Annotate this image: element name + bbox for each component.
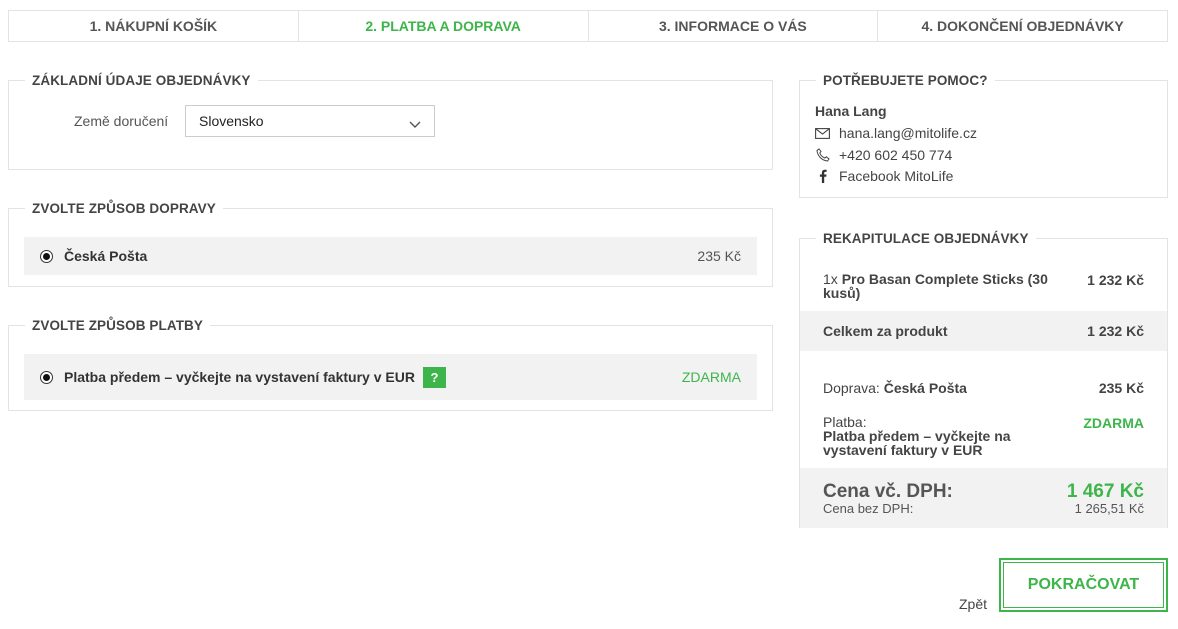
contact-email-row[interactable]: hana.lang@mitolife.cz: [815, 125, 977, 141]
summary-shipping-price: 235 Kč: [1098, 380, 1144, 396]
shipping-radio[interactable]: [40, 249, 53, 263]
phone-icon: [815, 148, 830, 163]
summary-item-name: Pro Basan Complete Sticks (30 kusů): [823, 271, 1048, 301]
payment-section: ZVOLTE ZPŮSOB PLATBY Platba předem – vyč…: [8, 318, 773, 411]
contact-facebook-row[interactable]: Facebook MitoLife: [815, 168, 953, 184]
shipping-option-ceska-posta[interactable]: Česká Pošta 235 Kč: [24, 237, 757, 275]
contact-phone[interactable]: +420 602 450 774: [839, 147, 952, 163]
contact-phone-row[interactable]: +420 602 450 774: [815, 147, 952, 163]
shipping-section: ZVOLTE ZPŮSOB DOPRAVY Česká Pošta 235 Kč: [8, 201, 773, 287]
step-cart[interactable]: 1. NÁKUPNÍ KOŠÍK: [9, 11, 299, 41]
contact-email[interactable]: hana.lang@mitolife.cz: [839, 125, 977, 141]
contact-facebook[interactable]: Facebook MitoLife: [839, 168, 953, 184]
continue-button[interactable]: POKRAČOVAT: [999, 558, 1168, 612]
country-label: Země doručení: [74, 113, 169, 129]
summary-payment-label: Platba:: [823, 414, 867, 430]
basic-info-section: ZÁKLADNÍ ÚDAJE OBJEDNÁVKY Země doručení …: [8, 73, 773, 170]
back-link[interactable]: Zpět: [959, 596, 987, 612]
facebook-icon: [815, 169, 830, 184]
payment-option-price: ZDARMA: [681, 369, 741, 385]
payment-radio[interactable]: [40, 370, 53, 384]
summary-payment: Platba: Platba předem – vyčkejte na vyst…: [823, 415, 1038, 457]
chevron-down-icon: [409, 116, 421, 132]
summary-shipping: Doprava: Česká Pošta: [823, 380, 967, 396]
summary-shipping-name: Česká Pošta: [883, 380, 967, 396]
summary-title: REKAPITULACE OBJEDNÁVKY: [816, 231, 1036, 246]
step-completion[interactable]: 4. DOKONČENÍ OBJEDNÁVKY: [878, 11, 1167, 41]
help-section: POTŘEBUJETE POMOC? Hana Lang hana.lang@m…: [799, 73, 1168, 198]
country-select[interactable]: Slovensko: [185, 105, 435, 137]
total-value: 1 467 Kč: [1066, 481, 1144, 502]
summary-item: 1x Pro Basan Complete Sticks (30 kusů): [823, 272, 1048, 300]
total-band: Cena vč. DPH: 1 467 Kč Cena bez DPH: 1 2…: [800, 468, 1167, 528]
subtotal-band: Celkem za produkt 1 232 Kč: [800, 311, 1167, 351]
step-customer-info[interactable]: 3. INFORMACE O VÁS: [589, 11, 879, 41]
total-label: Cena vč. DPH:: [823, 481, 953, 502]
basic-info-title: ZÁKLADNÍ ÚDAJE OBJEDNÁVKY: [25, 73, 258, 88]
country-row: Země doručení Slovensko: [9, 105, 772, 137]
net-label: Cena bez DPH:: [823, 501, 914, 516]
net-value: 1 265,51 Kč: [1074, 501, 1144, 516]
help-icon[interactable]: ?: [422, 366, 446, 388]
checkout-steps: 1. NÁKUPNÍ KOŠÍK 2. PLATBA A DOPRAVA 3. …: [8, 10, 1168, 42]
order-summary-section: REKAPITULACE OBJEDNÁVKY 1x Pro Basan Com…: [799, 231, 1168, 528]
payment-title: ZVOLTE ZPŮSOB PLATBY: [25, 318, 211, 333]
subtotal-label: Celkem za produkt: [823, 323, 948, 339]
payment-option-prepay[interactable]: Platba předem – vyčkejte na vystavení fa…: [24, 354, 757, 400]
subtotal-value: 1 232 Kč: [1087, 323, 1144, 339]
country-select-value: Slovensko: [199, 113, 264, 129]
step-payment-shipping[interactable]: 2. PLATBA A DOPRAVA: [299, 11, 589, 41]
contact-name: Hana Lang: [815, 103, 887, 119]
summary-shipping-label: Doprava:: [823, 380, 880, 396]
help-title: POTŘEBUJETE POMOC?: [816, 73, 995, 88]
shipping-option-price: 235 Kč: [697, 248, 741, 264]
summary-payment-name: Platba předem – vyčkejte na vystavení fa…: [823, 428, 1011, 458]
shipping-title: ZVOLTE ZPŮSOB DOPRAVY: [25, 201, 223, 216]
summary-payment-price: ZDARMA: [1083, 415, 1144, 431]
payment-option-label: Platba předem – vyčkejte na vystavení fa…: [64, 369, 415, 385]
summary-item-price: 1 232 Kč: [1087, 272, 1144, 288]
envelope-icon: [815, 126, 830, 141]
shipping-option-label: Česká Pošta: [64, 248, 148, 264]
